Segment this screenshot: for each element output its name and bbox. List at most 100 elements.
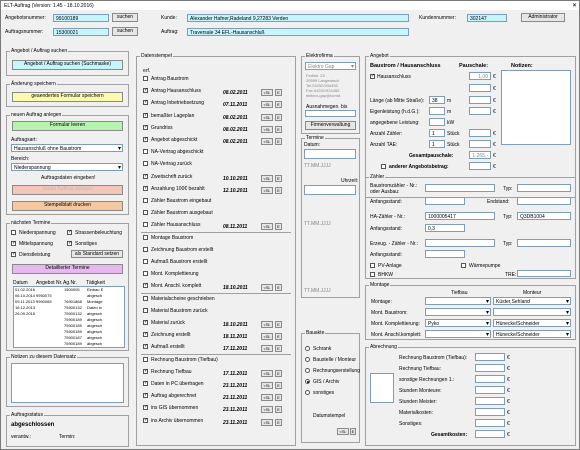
stempel-e-button[interactable]: E	[275, 284, 282, 291]
stempel-sig-button[interactable]: <Si.	[261, 394, 273, 401]
stempel-e-button[interactable]: E	[275, 370, 282, 377]
notes-field[interactable]	[11, 363, 124, 403]
bz-typ-field[interactable]	[517, 184, 571, 192]
hausanschluss-checkbox[interactable]	[370, 73, 375, 79]
abrechnung-field[interactable]	[475, 386, 505, 394]
auftrag-number-field[interactable]: 15300021	[53, 28, 109, 36]
stempel-sig-button[interactable]: <Si.	[261, 333, 273, 340]
uhrzeit-field[interactable]	[304, 185, 356, 195]
stempel-checkbox[interactable]	[143, 357, 148, 362]
anderer-checkbox[interactable]	[381, 164, 386, 169]
stempel-checkbox[interactable]	[143, 343, 148, 349]
leistung-field[interactable]	[429, 118, 445, 126]
montage-tiefbau-2[interactable]	[425, 308, 491, 316]
ha-anf-field[interactable]: 0,3	[425, 224, 465, 232]
stempel-e-button[interactable]: E	[275, 345, 282, 352]
stempel-sig-button[interactable]: <Si.	[261, 187, 273, 194]
stempel-checkbox[interactable]	[143, 392, 148, 398]
stempel-sig-button[interactable]: <Si.	[261, 101, 273, 108]
waerme-checkbox[interactable]	[461, 263, 466, 268]
angebot-number-field[interactable]: 99100189	[53, 14, 109, 22]
stempel-e-button[interactable]: E	[275, 321, 282, 328]
stempel-e-button[interactable]: E	[275, 89, 282, 96]
montage-tiefbau-1[interactable]	[425, 297, 491, 305]
stempel-sig-button[interactable]: <Si.	[261, 89, 273, 96]
erz-anf-field[interactable]	[425, 250, 465, 258]
stempel-checkbox[interactable]	[143, 149, 148, 154]
ha-typ-field[interactable]: Q3DB1004	[517, 212, 571, 220]
stempel-sig-button[interactable]: <Si.	[261, 114, 273, 121]
stempel-checkbox[interactable]	[143, 198, 148, 203]
dienst-checkbox[interactable]	[11, 251, 16, 257]
zaehler-anzahl-field[interactable]: 1	[429, 129, 445, 137]
montage-tiefbau-3[interactable]: Pyko	[425, 319, 491, 327]
mittel-checkbox[interactable]	[11, 240, 16, 246]
bauakte-sig-button[interactable]: <Si.	[337, 428, 349, 435]
montage-monteur-2[interactable]	[493, 308, 571, 316]
stempel-e-button[interactable]: E	[275, 406, 282, 413]
montage-monteur-4[interactable]: Hünecke/Schneider	[493, 330, 571, 338]
stempel-sig-button[interactable]: <Si.	[261, 126, 273, 133]
set-default-button[interactable]: als Standard setzen	[71, 250, 123, 258]
erz-typ-field[interactable]	[517, 239, 571, 247]
stempel-checkbox[interactable]	[143, 319, 148, 325]
abrechnung-side-field[interactable]	[370, 373, 394, 403]
kundennummer-field[interactable]: 302147	[467, 14, 507, 22]
pauschale-4[interactable]	[469, 107, 491, 115]
pauschale-1[interactable]: 1,00	[469, 72, 491, 80]
bhkw-checkbox[interactable]	[370, 272, 375, 277]
auftrag-description-field[interactable]: Traversale 34 EFL-Hausanschluß	[187, 28, 409, 36]
montage-monteur-3[interactable]: Hünecke/Schneider	[493, 319, 571, 327]
detail-termine-button[interactable]: Detaillierter Termine	[12, 264, 123, 274]
eigen-field[interactable]	[429, 107, 445, 115]
bz-end-field[interactable]	[517, 197, 571, 205]
pauschale-5[interactable]	[469, 129, 491, 137]
stempel-sig-button[interactable]: <Si.	[261, 223, 273, 230]
create-order-button[interactable]: neuen Auftrag anlegen	[12, 185, 123, 195]
montage-monteur-1[interactable]: Küster,Sehland	[493, 297, 571, 305]
stempel-checkbox[interactable]	[143, 112, 148, 118]
anderer-field[interactable]	[469, 162, 491, 170]
tae-field[interactable]: 1	[429, 140, 445, 148]
sonstiges-checkbox[interactable]	[67, 240, 72, 246]
stempel-checkbox[interactable]	[143, 87, 148, 93]
elektro-select[interactable]: Elektro Gap	[305, 62, 356, 70]
montage-tiefbau-4[interactable]	[425, 330, 491, 338]
gis-radio[interactable]	[305, 379, 310, 384]
search-angebot-button[interactable]: suchen	[112, 13, 138, 22]
stempel-checkbox[interactable]	[143, 380, 148, 386]
abrechnung-field[interactable]	[475, 375, 505, 383]
stempel-e-button[interactable]: E	[275, 333, 282, 340]
stempel-e-button[interactable]: E	[275, 382, 282, 389]
search-mask-button[interactable]: Angebot / Auftrag suchen (Suchmaske)	[12, 60, 123, 70]
pauschale-3[interactable]	[469, 96, 491, 104]
kunde-field[interactable]: Alexander Hafner,Radeland 9,27283 Verden	[187, 14, 409, 22]
bereich-select[interactable]: Niederspannung	[11, 163, 123, 171]
stempel-checkbox[interactable]	[143, 124, 148, 130]
stempel-sig-button[interactable]: <Si.	[261, 406, 273, 413]
laenge-field[interactable]: 38	[429, 96, 445, 104]
auftragsart-select[interactable]: Hausanschluß ohne Baustrom	[11, 144, 123, 152]
stempel-checkbox[interactable]	[143, 404, 148, 410]
bz-field[interactable]	[425, 184, 495, 192]
baustelle-radio[interactable]	[305, 357, 310, 362]
abrechnung-field[interactable]	[475, 353, 505, 361]
stempel-checkbox[interactable]	[143, 282, 148, 288]
stempel-checkbox[interactable]	[143, 296, 148, 301]
stempel-checkbox[interactable]	[143, 136, 148, 142]
stempel-checkbox[interactable]	[143, 210, 148, 215]
close-icon[interactable]: ✕	[572, 2, 577, 9]
nieder-checkbox[interactable]	[11, 230, 16, 235]
termine-row[interactable]: 75900189 abgesch	[14, 341, 124, 347]
schrank-radio[interactable]	[305, 346, 310, 351]
stempel-checkbox[interactable]	[143, 271, 148, 276]
pauschale-2[interactable]	[469, 84, 491, 92]
rechnung-radio[interactable]	[305, 368, 310, 373]
stempel-checkbox[interactable]	[143, 99, 148, 105]
stempel-e-button[interactable]: E	[275, 126, 282, 133]
gesamtkosten-field[interactable]	[475, 430, 505, 438]
stempel-sig-button[interactable]: <Si.	[261, 284, 273, 291]
stempel-checkbox[interactable]	[143, 259, 148, 264]
stempel-sig-button[interactable]: <Si.	[261, 321, 273, 328]
stempel-checkbox[interactable]	[143, 185, 148, 191]
